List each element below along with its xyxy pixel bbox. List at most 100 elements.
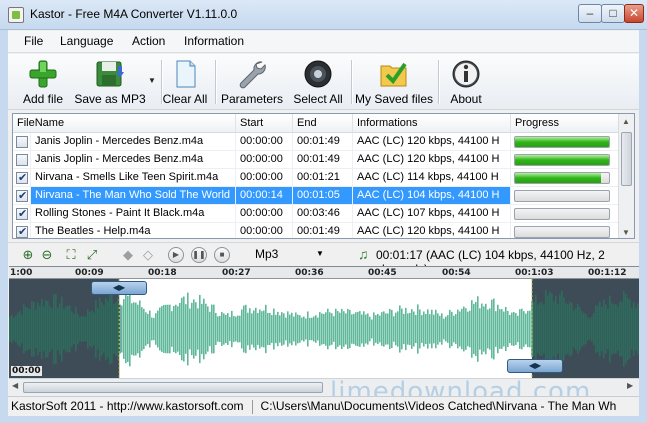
waveform-sample — [129, 291, 131, 367]
col-end[interactable]: End — [293, 114, 353, 133]
row-checkbox[interactable] — [16, 224, 28, 238]
waveform-sample — [555, 295, 557, 363]
tag-icon[interactable]: ◆ — [120, 247, 136, 263]
progress-bar — [514, 208, 610, 220]
maximize-button[interactable]: □ — [601, 4, 625, 23]
waveform-sample — [339, 312, 341, 346]
waveform-sample — [429, 314, 431, 344]
waveform-sample — [123, 299, 125, 359]
tag-remove-icon[interactable]: ◇ — [140, 247, 156, 263]
select-all-button[interactable]: Select All — [288, 56, 348, 108]
waveform-sample — [595, 305, 597, 353]
waveform-sample — [29, 308, 31, 350]
row-checkbox[interactable] — [16, 206, 28, 222]
waveform-sample — [495, 311, 497, 347]
waveform-sample — [283, 313, 285, 345]
clear-all-button[interactable]: Clear All — [160, 56, 210, 108]
row-checkbox-cell[interactable] — [13, 151, 31, 169]
col-filename[interactable]: FileName — [13, 114, 236, 133]
waveform-sample — [179, 302, 181, 356]
waveform-sample — [451, 311, 453, 347]
waveform-sample — [525, 313, 527, 345]
row-checkbox-cell[interactable] — [13, 187, 31, 205]
parameters-button[interactable]: Parameters — [220, 56, 284, 108]
table-row[interactable]: Janis Joplin - Mercedes Benz.m4a 00:00:00… — [13, 133, 620, 151]
row-checkbox[interactable] — [16, 188, 28, 204]
save-as-mp3-button[interactable]: Save as MP3 — [72, 56, 148, 108]
table-row[interactable]: Nirvana - Smells Like Teen Spirit.m4a00:… — [13, 169, 620, 187]
waveform-sample — [195, 302, 197, 356]
waveform-sample — [485, 303, 487, 355]
play-icon[interactable]: ▶ — [168, 247, 184, 263]
waveform-sample — [593, 312, 595, 346]
time-ruler: 1:00 00:09 00:18 00:27 00:36 00:45 00:54… — [9, 267, 639, 279]
scroll-down-icon[interactable]: ▼ — [622, 228, 630, 237]
format-dropdown-arrow-icon[interactable]: ▼ — [316, 249, 324, 258]
waveform-sample — [361, 314, 363, 344]
row-checkbox-cell[interactable] — [13, 133, 31, 151]
row-start: 00:00:00 — [236, 223, 293, 238]
row-checkbox[interactable] — [16, 136, 28, 148]
stop-icon[interactable]: ■ — [214, 247, 230, 263]
waveform-sample — [107, 300, 109, 358]
waveform-sample — [615, 304, 617, 354]
col-start[interactable]: Start — [236, 114, 293, 133]
scroll-left-icon[interactable]: ◀ — [12, 381, 18, 390]
row-checkbox-cell[interactable] — [13, 205, 31, 223]
menu-file[interactable]: File — [22, 34, 45, 48]
waveform-sample — [41, 298, 43, 360]
scroll-right-icon[interactable]: ▶ — [627, 381, 633, 390]
waveform-sample — [167, 304, 169, 354]
col-progress[interactable]: Progress — [511, 114, 620, 133]
waveform-sample — [357, 311, 359, 347]
selection-start-handle[interactable]: ◀▶ — [91, 281, 147, 295]
col-informations[interactable]: Informations — [353, 114, 511, 133]
waveform-scroll-thumb[interactable] — [23, 382, 323, 393]
waveform-sample — [447, 315, 449, 343]
waveform-sample — [523, 311, 525, 347]
about-button[interactable]: About — [444, 56, 488, 108]
save-dropdown-arrow-icon[interactable]: ▼ — [148, 76, 156, 85]
zoom-selection-icon[interactable]: ⤢ — [84, 247, 100, 263]
row-checkbox-cell[interactable] — [13, 169, 31, 187]
menu-action[interactable]: Action — [130, 34, 167, 48]
row-checkbox[interactable] — [16, 154, 28, 166]
waveform-sample — [511, 312, 513, 346]
table-row[interactable]: The Beatles - Help.m4a00:00:0000:01:49AA… — [13, 223, 620, 238]
waveform-sample — [499, 309, 501, 349]
zoom-fit-icon[interactable]: ⛶ — [63, 247, 79, 263]
add-file-button[interactable]: Add file — [18, 56, 68, 108]
waveform-sample — [559, 294, 561, 364]
table-row[interactable]: Rolling Stones - Paint It Black.m4a00:00… — [13, 205, 620, 223]
table-row[interactable]: Janis Joplin - Mercedes Benz.m4a 00:00:00… — [13, 151, 620, 169]
close-button[interactable]: ✕ — [624, 4, 644, 23]
menu-language[interactable]: Language — [58, 34, 115, 48]
zoom-in-icon[interactable]: ⊕ — [20, 247, 36, 263]
zoom-out-icon[interactable]: ⊖ — [39, 247, 55, 263]
waveform-panel[interactable]: 1:00 00:09 00:18 00:27 00:36 00:45 00:54… — [9, 266, 639, 379]
menu-information[interactable]: Information — [182, 34, 246, 48]
waveform-sample — [47, 301, 49, 357]
waveform-sample — [139, 300, 141, 358]
waveform-sample — [571, 302, 573, 356]
pause-icon[interactable]: ❚❚ — [191, 247, 207, 263]
table-vertical-scrollbar[interactable]: ▲ ▼ — [618, 114, 634, 238]
scroll-up-icon[interactable]: ▲ — [622, 117, 630, 126]
my-saved-files-button[interactable]: My Saved files — [354, 56, 434, 108]
waveform-sample — [241, 309, 243, 349]
scroll-thumb[interactable] — [621, 132, 632, 186]
waveform-sample — [583, 312, 585, 346]
minimize-button[interactable]: – — [578, 4, 602, 23]
row-checkbox-cell[interactable] — [13, 223, 31, 238]
format-select[interactable]: Mp3 — [255, 247, 278, 261]
waveform-sample — [315, 315, 317, 343]
waveform-sample — [423, 311, 425, 347]
selection-end-handle[interactable]: ◀▶ — [507, 359, 563, 373]
waveform-sample — [413, 311, 415, 347]
waveform-sample — [121, 305, 123, 353]
row-checkbox[interactable] — [16, 170, 28, 186]
waveform-sample — [561, 290, 563, 368]
table-row[interactable]: Nirvana - The Man Who Sold The World00:0… — [13, 187, 620, 205]
waveform-sample — [15, 315, 17, 343]
waveform-sample — [501, 309, 503, 349]
